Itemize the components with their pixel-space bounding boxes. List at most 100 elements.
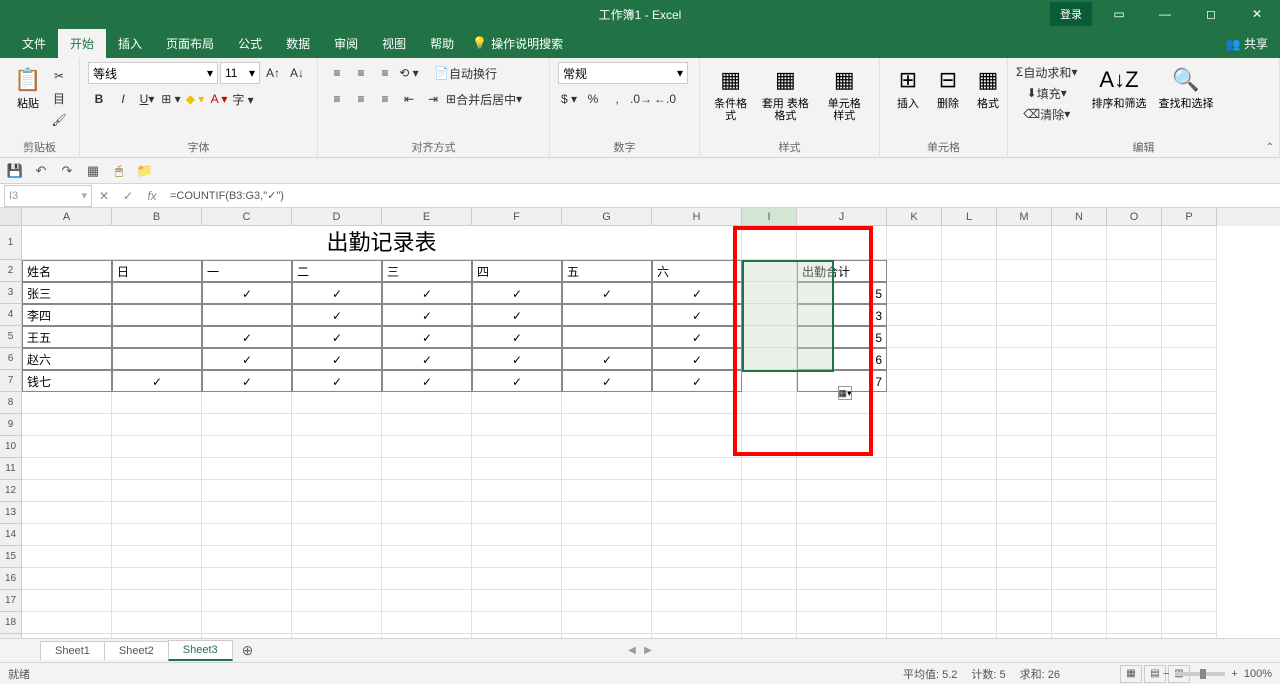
cell[interactable]	[1162, 590, 1217, 612]
cell[interactable]	[562, 612, 652, 634]
tab-review[interactable]: 审阅	[322, 29, 370, 58]
cell[interactable]	[997, 590, 1052, 612]
cell[interactable]	[652, 436, 742, 458]
cell[interactable]	[1162, 282, 1217, 304]
cell[interactable]	[112, 546, 202, 568]
cell[interactable]	[997, 326, 1052, 348]
cell[interactable]	[112, 304, 202, 326]
maximize-icon[interactable]: ◻	[1188, 0, 1234, 28]
cell[interactable]	[562, 590, 652, 612]
cell[interactable]	[942, 260, 997, 282]
cell[interactable]	[1107, 590, 1162, 612]
cell[interactable]	[472, 502, 562, 524]
cell[interactable]	[942, 392, 997, 414]
row-header[interactable]: 7	[0, 370, 22, 392]
cell[interactable]	[887, 260, 942, 282]
cell[interactable]	[742, 612, 797, 634]
column-header[interactable]: M	[997, 208, 1052, 226]
cell[interactable]	[472, 480, 562, 502]
font-name-combo[interactable]: 等线▾	[88, 62, 218, 84]
cell[interactable]	[742, 348, 797, 370]
indent-dec-icon[interactable]: ⇤	[398, 89, 420, 109]
row-header[interactable]: 9	[0, 414, 22, 436]
cell[interactable]	[22, 546, 112, 568]
cell[interactable]	[22, 414, 112, 436]
qat-icon3[interactable]: 📁	[136, 162, 154, 180]
cell[interactable]: 姓名	[22, 260, 112, 282]
cell[interactable]	[652, 568, 742, 590]
cell[interactable]	[562, 524, 652, 546]
cell[interactable]	[382, 524, 472, 546]
cell[interactable]: ✓	[562, 348, 652, 370]
cell[interactable]	[202, 414, 292, 436]
cell[interactable]	[1052, 436, 1107, 458]
cell[interactable]	[652, 612, 742, 634]
cell[interactable]	[112, 480, 202, 502]
cell[interactable]	[997, 502, 1052, 524]
row-header[interactable]: 2	[0, 260, 22, 282]
row-header[interactable]: 4	[0, 304, 22, 326]
format-cells-button[interactable]: ▦格式	[968, 62, 1008, 112]
cell[interactable]	[1052, 590, 1107, 612]
orientation-icon[interactable]: ⟲ ▾	[398, 63, 420, 83]
cell[interactable]	[997, 414, 1052, 436]
cell[interactable]	[887, 524, 942, 546]
currency-icon[interactable]: $ ▾	[558, 89, 580, 109]
cell[interactable]: 六	[652, 260, 742, 282]
cell-styles-button[interactable]: ▦单元格样式	[817, 62, 871, 124]
cell[interactable]	[1162, 260, 1217, 282]
cell[interactable]	[22, 524, 112, 546]
cell[interactable]	[942, 458, 997, 480]
cell[interactable]: 张三	[22, 282, 112, 304]
cell[interactable]	[112, 392, 202, 414]
cell[interactable]	[652, 392, 742, 414]
border-icon[interactable]: ⊞ ▾	[160, 89, 182, 109]
cell[interactable]	[797, 524, 887, 546]
cell[interactable]	[887, 568, 942, 590]
cell[interactable]	[202, 568, 292, 590]
cell[interactable]	[942, 612, 997, 634]
cell[interactable]	[1162, 326, 1217, 348]
column-header[interactable]: J	[797, 208, 887, 226]
cell[interactable]	[1162, 546, 1217, 568]
sort-filter-button[interactable]: A↓Z排序和筛选	[1085, 62, 1152, 112]
cell[interactable]	[1107, 414, 1162, 436]
cell[interactable]: 赵六	[22, 348, 112, 370]
number-format-combo[interactable]: 常规▾	[558, 62, 688, 84]
column-header[interactable]: O	[1107, 208, 1162, 226]
cell[interactable]	[382, 546, 472, 568]
sheet-tab[interactable]: Sheet3	[168, 640, 233, 661]
autofill-options-icon[interactable]: ▦▾	[838, 386, 852, 400]
cell[interactable]	[742, 480, 797, 502]
cell[interactable]	[942, 282, 997, 304]
cell[interactable]	[1052, 260, 1107, 282]
cell[interactable]: 五	[562, 260, 652, 282]
cell[interactable]	[562, 436, 652, 458]
cell[interactable]	[112, 590, 202, 612]
cell[interactable]	[942, 568, 997, 590]
select-all-corner[interactable]	[0, 208, 22, 226]
delete-cells-button[interactable]: ⊟删除	[928, 62, 968, 112]
cell[interactable]	[202, 480, 292, 502]
row-header[interactable]: 10	[0, 436, 22, 458]
fx-icon[interactable]: fx	[140, 189, 164, 203]
cell[interactable]: ✓	[562, 282, 652, 304]
scroll-right-icon[interactable]: ▶	[641, 645, 655, 656]
cell[interactable]: ✓	[472, 326, 562, 348]
cell[interactable]	[292, 414, 382, 436]
cancel-formula-icon[interactable]: ✕	[92, 189, 116, 203]
cell[interactable]	[22, 568, 112, 590]
cell[interactable]	[1107, 260, 1162, 282]
cell[interactable]	[887, 414, 942, 436]
row-header[interactable]: 6	[0, 348, 22, 370]
cell[interactable]	[292, 436, 382, 458]
cell[interactable]	[382, 590, 472, 612]
decrease-font-icon[interactable]: A↓	[286, 63, 308, 83]
cell[interactable]	[1052, 480, 1107, 502]
cell[interactable]	[202, 612, 292, 634]
row-header[interactable]: 8	[0, 392, 22, 414]
cell[interactable]	[472, 568, 562, 590]
cell[interactable]	[22, 612, 112, 634]
save-icon[interactable]: 💾	[6, 162, 24, 180]
cell[interactable]: ✓	[472, 282, 562, 304]
